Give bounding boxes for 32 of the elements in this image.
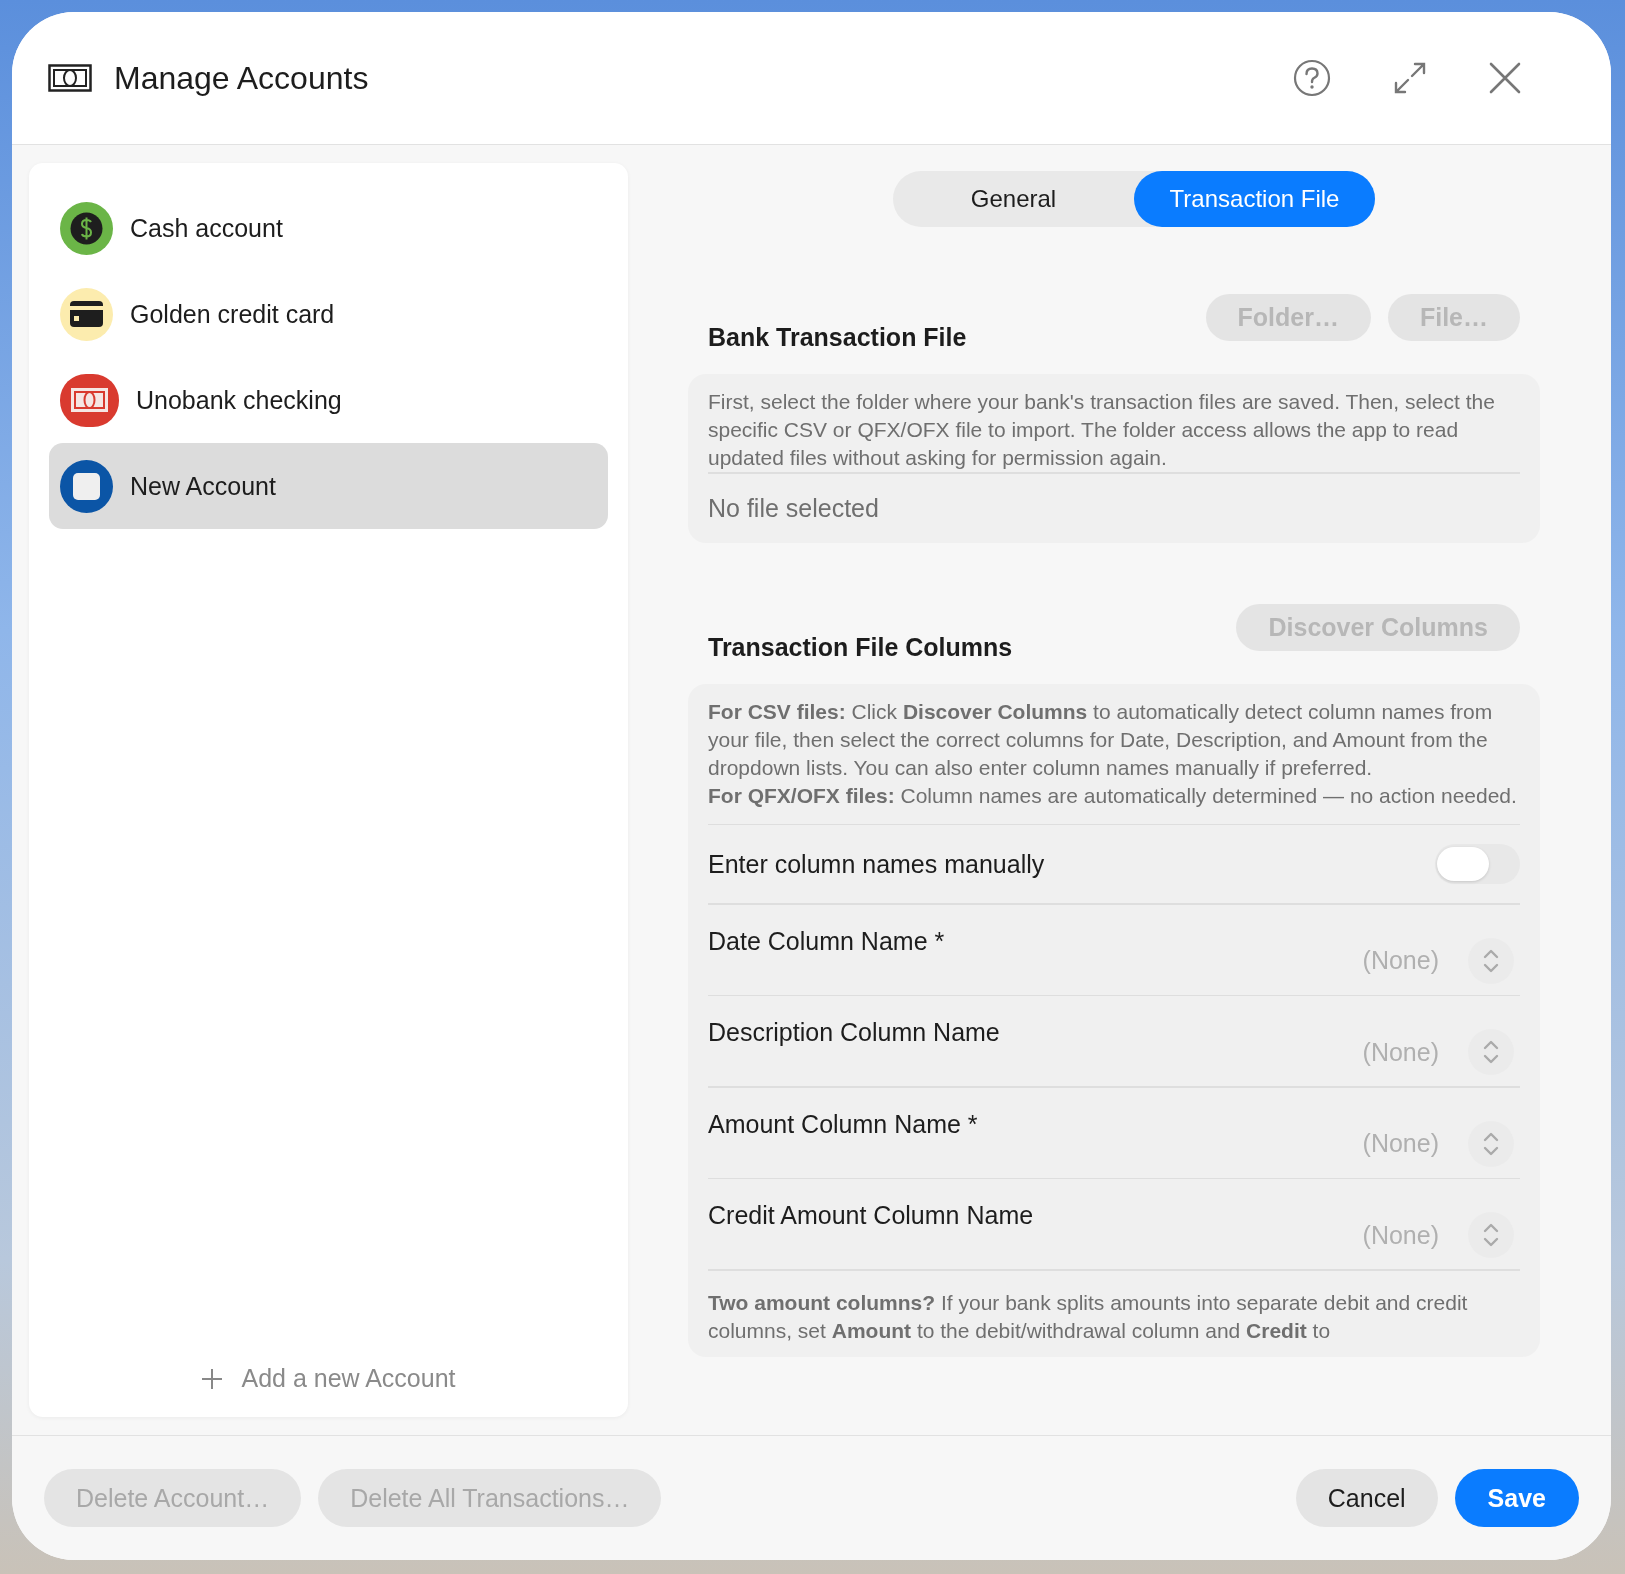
save-button[interactable]: Save <box>1454 1469 1579 1527</box>
description-text: First, select the folder where your bank's transaction files are saved. Then, select the specific CSV or QFX/OFX file to import. The folder access allows the app to read updated files without asking for permission again. <box>708 389 1496 471</box>
add-account-button[interactable]: Add a new Account <box>193 1360 464 1397</box>
plus-icon <box>201 1367 224 1390</box>
window-title: Manage Accounts <box>114 59 369 97</box>
file-status: No file selected <box>708 492 880 524</box>
section-title: Bank Transaction File <box>708 323 967 353</box>
account-item[interactable]: Golden credit card <box>49 271 608 357</box>
field-label: Date Column Name * <box>708 925 945 956</box>
account-item[interactable]: New Account <box>49 443 608 529</box>
help-icon[interactable] <box>1293 59 1331 97</box>
picker-value: (None) <box>1362 1220 1439 1250</box>
banknote-icon <box>48 64 92 92</box>
close-icon[interactable] <box>1489 62 1521 94</box>
note-text: Two amount columns? If your bank splits amounts into separate debit and credit columns, set Amount to the debit/withdrawal column and Credit to <box>708 1289 1469 1344</box>
tab[interactable]: Transaction File <box>1134 171 1375 227</box>
toggle-label: Enter column names manually <box>708 849 1045 879</box>
field-label: Amount Column Name * <box>708 1108 978 1139</box>
expand-icon[interactable] <box>1393 61 1427 95</box>
field-label: Description Column Name <box>708 1017 1000 1047</box>
account-item[interactable]: Cash account <box>49 185 608 271</box>
toggle-switch[interactable] <box>1435 844 1520 884</box>
picker-value: (None) <box>1362 1037 1439 1067</box>
picker-value: (None) <box>1362 1129 1439 1158</box>
account-item[interactable]: Unobank checking <box>49 357 608 443</box>
picker-value: (None) <box>1362 946 1439 975</box>
field-label: Credit Amount Column Name <box>708 1200 1034 1230</box>
tab[interactable]: General <box>893 171 1134 227</box>
help-text: For CSV files: Click Discover Columns to automatically detect column names from your file, then select the correct columns for Date, Description, and Amount from the dropdown lists. You can also enter column names manually if preferred. <box>708 698 1494 781</box>
help-text: For QFX/OFX files: Column names are automatically determined — no action needed. <box>708 782 1518 809</box>
section-title: Transaction File Columns <box>708 632 1013 663</box>
cancel-button[interactable]: Cancel <box>1295 1469 1438 1527</box>
